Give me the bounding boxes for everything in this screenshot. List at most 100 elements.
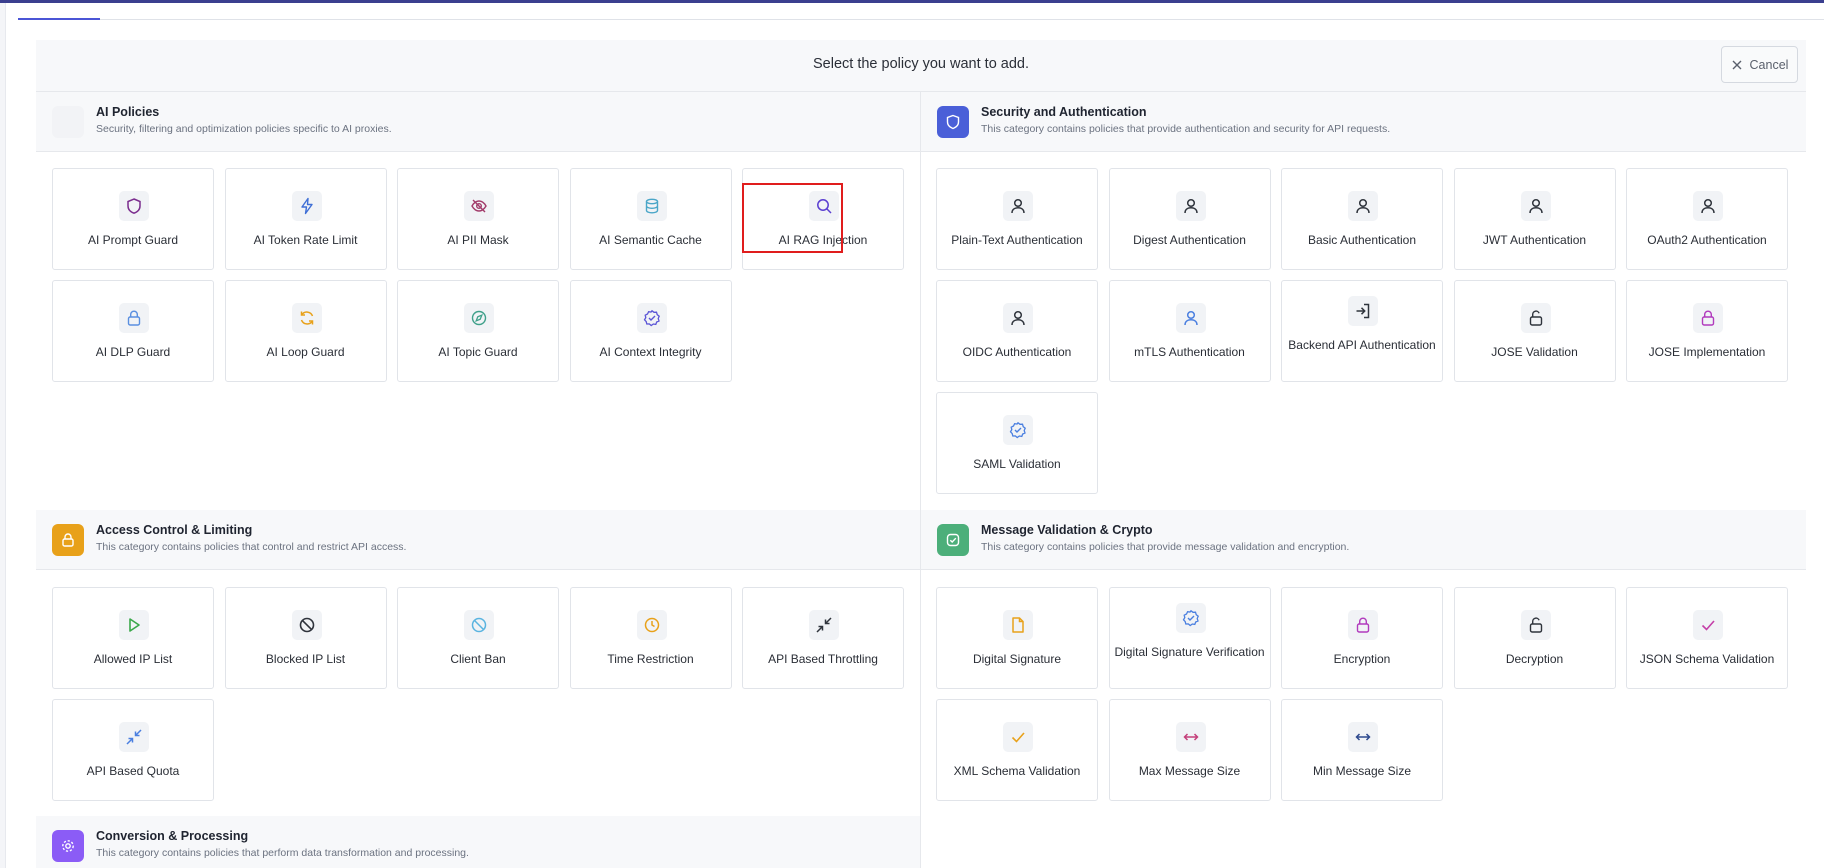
- minimize-blue-icon: [119, 722, 149, 752]
- policy-card-ai-prompt-guard[interactable]: AI Prompt Guard: [52, 168, 214, 270]
- tab-underline: [18, 19, 1824, 20]
- column-divider: [920, 92, 921, 868]
- policy-card-label: JOSE Validation: [1491, 345, 1578, 359]
- refresh-icon: [291, 303, 322, 333]
- policy-card-label: AI Token Rate Limit: [253, 233, 358, 247]
- arrows-horizontal-navy-icon: [1348, 722, 1378, 752]
- shield-icon: [937, 106, 969, 138]
- ai-section-icon: [52, 106, 84, 138]
- policy-card-label: Blocked IP List: [265, 652, 346, 666]
- database-icon: [636, 191, 667, 221]
- section-description: Security, filtering and optimization pol…: [96, 123, 392, 135]
- section-title: AI Policies: [96, 105, 160, 119]
- policy-card-label: Min Message Size: [1312, 764, 1412, 778]
- check-orange-icon: [1003, 722, 1033, 752]
- lock-icon: [52, 524, 84, 556]
- policy-card-label: Time Restriction: [607, 652, 694, 666]
- policy-card-client-ban[interactable]: Client Ban: [397, 587, 559, 689]
- policy-card-label: SAML Validation: [973, 457, 1061, 471]
- policy-card-label: Max Message Size: [1138, 764, 1241, 778]
- active-tab-indicator: [18, 18, 100, 20]
- policy-card-api-based-throttling[interactable]: API Based Throttling: [742, 587, 904, 689]
- policy-card-digest-authentication[interactable]: Digest Authentication: [1108, 168, 1271, 270]
- policy-card-oidc-authentication[interactable]: OIDC Authentication: [936, 280, 1098, 382]
- top-accent-bar: [0, 0, 1824, 3]
- cancel-button[interactable]: Cancel: [1721, 46, 1798, 83]
- arrows-horizontal-icon: [1175, 722, 1206, 752]
- policy-card-label: Digest Authentication: [1133, 233, 1246, 247]
- cancel-label: Cancel: [1749, 57, 1789, 72]
- user-icon: [1693, 191, 1723, 221]
- lock-icon: [119, 303, 149, 333]
- policy-card-min-message-size[interactable]: Min Message Size: [1281, 699, 1443, 801]
- policy-card-label: JSON Schema Validation: [1639, 652, 1775, 666]
- panel-header: Select the policy you want to add. Cance…: [36, 40, 1806, 92]
- policy-card-saml-validation[interactable]: SAML Validation: [936, 392, 1098, 494]
- unlock-icon: [1520, 610, 1551, 640]
- policy-card-label: Encryption: [1333, 652, 1391, 666]
- policy-card-label: OAuth2 Authentication: [1647, 233, 1767, 247]
- policy-card-backend-api-authentication[interactable]: Backend API Authentication: [1281, 280, 1443, 382]
- unlock-icon: [1520, 303, 1551, 333]
- policy-card-ai-token-rate-limit[interactable]: AI Token Rate Limit: [224, 168, 387, 270]
- policy-card-jwt-authentication[interactable]: JWT Authentication: [1453, 168, 1616, 270]
- policy-card-label: AI Topic Guard: [438, 345, 518, 359]
- policy-card-ai-loop-guard[interactable]: AI Loop Guard: [224, 280, 387, 382]
- policy-card-blocked-ip-list[interactable]: Blocked IP List: [224, 587, 387, 689]
- policy-card-label: AI Semantic Cache: [599, 233, 702, 247]
- policy-card-time-restriction[interactable]: Time Restriction: [569, 587, 732, 689]
- gear-icon: [52, 830, 84, 862]
- section-header-conversion: Conversion & Processing This category co…: [36, 816, 920, 868]
- section-description: This category contains policies that con…: [96, 541, 407, 553]
- left-rail: [0, 3, 6, 868]
- policy-card-label: OIDC Authentication: [962, 345, 1072, 359]
- ban-icon: [291, 610, 322, 640]
- policy-card-encryption[interactable]: Encryption: [1281, 587, 1443, 689]
- policy-card-label: Allowed IP List: [93, 652, 173, 666]
- policy-card-allowed-ip-list[interactable]: Allowed IP List: [52, 587, 214, 689]
- policy-card-basic-authentication[interactable]: Basic Authentication: [1281, 168, 1443, 270]
- minimize-icon: [809, 610, 839, 640]
- policy-card-label: API Based Throttling: [768, 652, 878, 666]
- section-header-ai: AI Policies Security, filtering and opti…: [36, 92, 920, 152]
- user-blue-icon: [1175, 303, 1206, 333]
- policy-card-xml-schema-validation[interactable]: XML Schema Validation: [936, 699, 1098, 801]
- policy-card-api-based-quota[interactable]: API Based Quota: [52, 699, 214, 801]
- policy-card-label: XML Schema Validation: [953, 764, 1081, 778]
- policy-card-max-message-size[interactable]: Max Message Size: [1108, 699, 1271, 801]
- policy-card-digital-signature-verification[interactable]: Digital Signature Verification: [1108, 587, 1271, 689]
- section-header-security: Security and Authentication This categor…: [921, 92, 1806, 152]
- user-icon: [1348, 191, 1378, 221]
- policy-card-label: Decryption: [1505, 652, 1564, 666]
- policy-card-ai-context-integrity[interactable]: AI Context Integrity: [569, 280, 732, 382]
- policy-card-plain-text-authentication[interactable]: Plain-Text Authentication: [936, 168, 1098, 270]
- section-description: This category contains policies that per…: [96, 847, 469, 859]
- policy-card-label: JWT Authentication: [1482, 233, 1587, 247]
- policy-card-ai-topic-guard[interactable]: AI Topic Guard: [397, 280, 559, 382]
- section-title: Security and Authentication: [981, 105, 1147, 119]
- section-description: This category contains policies that pro…: [981, 123, 1391, 135]
- user-icon: [1175, 191, 1206, 221]
- policy-card-label: AI DLP Guard: [95, 345, 171, 359]
- lightning-icon: [291, 191, 322, 221]
- policy-card-jose-validation[interactable]: JOSE Validation: [1453, 280, 1616, 382]
- policy-card-oauth2-authentication[interactable]: OAuth2 Authentication: [1626, 168, 1788, 270]
- play-icon: [119, 610, 149, 640]
- policy-card-ai-pii-mask[interactable]: AI PII Mask: [397, 168, 559, 270]
- policy-card-decryption[interactable]: Decryption: [1453, 587, 1616, 689]
- close-icon: [1732, 60, 1742, 69]
- lock-purple-icon: [1693, 303, 1723, 333]
- policy-card-digital-signature[interactable]: Digital Signature: [936, 587, 1098, 689]
- badge-check-blue-icon: [1003, 415, 1033, 445]
- policy-card-label: Basic Authentication: [1307, 233, 1417, 247]
- policy-card-label: Digital Signature Verification: [1114, 645, 1265, 659]
- policy-card-mtls-authentication[interactable]: mTLS Authentication: [1108, 280, 1271, 382]
- policy-card-json-schema-validation[interactable]: JSON Schema Validation: [1626, 587, 1788, 689]
- policy-card-jose-implementation[interactable]: JOSE Implementation: [1626, 280, 1788, 382]
- policy-card-label: Client Ban: [450, 652, 506, 666]
- policy-card-ai-semantic-cache[interactable]: AI Semantic Cache: [569, 168, 732, 270]
- section-description: This category contains policies that pro…: [981, 541, 1350, 553]
- policy-card-label: JOSE Implementation: [1648, 345, 1766, 359]
- check-icon: [1693, 610, 1723, 640]
- policy-card-ai-dlp-guard[interactable]: AI DLP Guard: [52, 280, 214, 382]
